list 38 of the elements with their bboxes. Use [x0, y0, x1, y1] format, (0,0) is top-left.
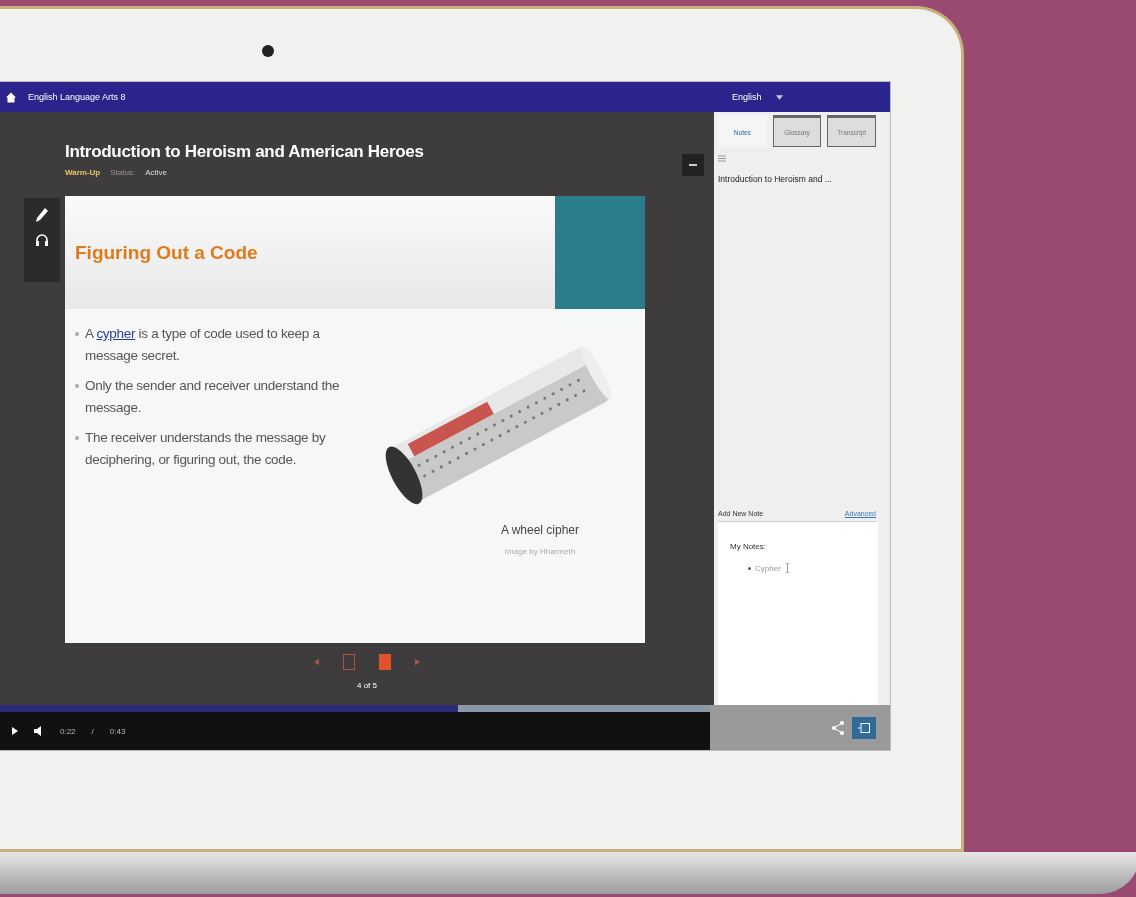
language-selector[interactable]: English: [732, 92, 783, 102]
slide-title: Figuring Out a Code: [75, 241, 258, 264]
note-item: Cypher: [755, 563, 781, 573]
collapse-button[interactable]: [682, 154, 704, 176]
section-label: Warm-Up: [65, 168, 101, 177]
slide-counter: 4 of 5: [357, 681, 377, 690]
caret-icon: [775, 94, 783, 100]
bullet-icon: [75, 384, 79, 388]
duration-time: 0:43: [109, 726, 126, 736]
share-icon[interactable]: [832, 720, 844, 735]
bullet-icon: [75, 436, 79, 440]
progress-track[interactable]: [0, 705, 710, 712]
panel-toggle-button[interactable]: [852, 716, 876, 739]
panel-icon: [858, 722, 870, 733]
glossary-link[interactable]: cypher: [96, 326, 136, 341]
text-cursor-icon: [784, 563, 790, 573]
current-time: 0:22: [60, 726, 76, 736]
bullet-icon: [748, 566, 751, 570]
status-value: Active: [145, 168, 167, 177]
bullet-text: Only the sender and receiver understand the message.: [85, 377, 341, 417]
pencil-icon[interactable]: [36, 208, 48, 222]
bullet-text: A cypher is a type of code used to keep a message secret.: [85, 325, 321, 365]
notes-heading: My Notes:: [730, 542, 767, 551]
time-separator: /: [91, 726, 94, 736]
home-icon[interactable]: [6, 91, 16, 103]
image-credit: Image by Hharmeth: [504, 547, 576, 556]
image-caption: A wheel cipher: [500, 523, 579, 537]
status-label: Status:: [110, 168, 136, 177]
webcam-icon: [262, 45, 274, 57]
bullet-text: The receiver understands the message by deciphering, or figuring out, the code.: [85, 429, 327, 469]
bullet-icon: [75, 332, 79, 336]
headphones-icon[interactable]: [36, 234, 48, 246]
lesson-title: Introduction to Heroism and American Heroes: [65, 142, 424, 162]
course-title: English Language Arts 8: [28, 92, 127, 102]
minus-icon: [689, 164, 697, 166]
play-icon[interactable]: [12, 727, 18, 735]
volume-icon[interactable]: [34, 726, 44, 736]
note-title: Introduction to Heroism and ...: [718, 174, 832, 184]
